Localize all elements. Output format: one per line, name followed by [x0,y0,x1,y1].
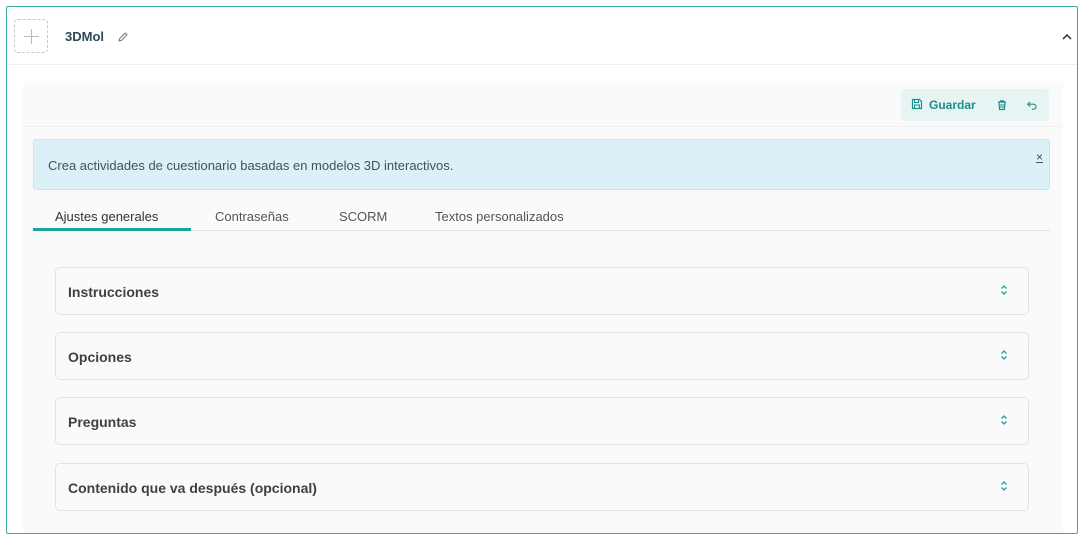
save-label: Guardar [929,98,976,112]
panel-preguntas[interactable]: Preguntas [55,397,1029,445]
panel-instrucciones[interactable]: Instrucciones [55,267,1029,315]
chevron-up-icon[interactable] [1061,29,1073,47]
panel-opciones[interactable]: Opciones [55,332,1029,380]
action-toolbar: Guardar [901,89,1049,121]
floppy-disk-icon [911,98,923,113]
widget-header: 3DMol [7,7,1077,65]
info-alert: Crea actividades de cuestionario basadas… [33,139,1050,190]
active-tab-indicator [33,228,191,231]
undo-icon[interactable] [1026,99,1038,111]
tab-textos-personalizados[interactable]: Textos personalizados [435,209,564,224]
trash-icon[interactable] [996,99,1008,111]
add-widget-button[interactable] [14,19,48,53]
tab-scorm[interactable]: SCORM [339,209,387,224]
expand-toggle-icon[interactable] [1000,413,1008,431]
info-text: Crea actividades de cuestionario basadas… [48,158,454,173]
tab-contrasenas[interactable]: Contraseñas [215,209,289,224]
widget-title: 3DMol [65,29,104,44]
close-alert-button[interactable]: × [1036,150,1043,164]
panel-label: Instrucciones [68,284,160,300]
panel-label: Contenido que va después (opcional) [68,480,317,496]
expand-toggle-icon[interactable] [1000,348,1008,366]
panel-contenido-despues[interactable]: Contenido que va después (opcional) [55,463,1029,511]
expand-toggle-icon[interactable] [1000,283,1008,301]
tab-ajustes-generales[interactable]: Ajustes generales [55,209,158,224]
expand-toggle-icon[interactable] [1000,479,1008,497]
save-button[interactable]: Guardar [901,98,976,113]
panel-label: Preguntas [68,414,137,430]
pencil-icon[interactable] [117,30,129,48]
tab-bar: Ajustes generales Contraseñas SCORM Text… [33,203,1050,231]
panel-label: Opciones [68,349,132,365]
toolbar-band: Guardar [23,83,1063,127]
